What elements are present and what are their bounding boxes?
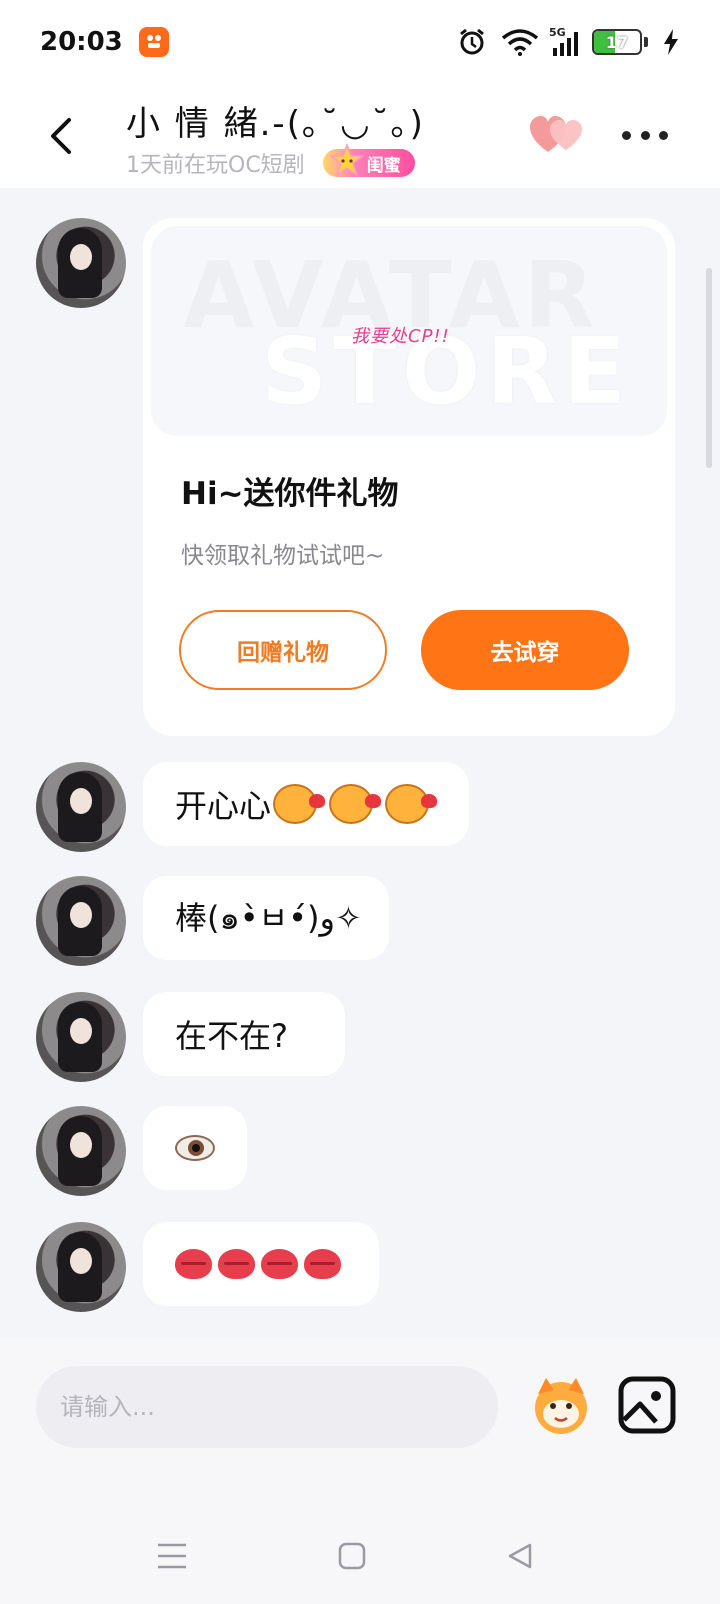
input-bar bbox=[0, 1338, 720, 1498]
back-nav-icon bbox=[508, 1543, 532, 1569]
more-icon bbox=[622, 130, 631, 140]
wifi-icon bbox=[501, 29, 539, 56]
home-icon bbox=[338, 1542, 366, 1570]
more-button[interactable] bbox=[622, 120, 668, 150]
lips-icon bbox=[261, 1249, 298, 1279]
tiger-sticker-icon bbox=[329, 784, 382, 824]
sender-avatar[interactable] bbox=[36, 218, 126, 308]
title-block[interactable]: 小 情 緒.-(｡˘◡˘｡) 1天前在玩OC短剧 闺蜜 bbox=[126, 96, 425, 179]
hearts-icon[interactable] bbox=[528, 114, 586, 158]
message-bubble[interactable]: 在不在? bbox=[143, 992, 345, 1076]
signal-icon: 5G bbox=[549, 26, 578, 56]
gift-image[interactable]: AVATAR STORE 我要处CP!! bbox=[151, 226, 667, 436]
menu-icon bbox=[158, 1543, 186, 1569]
message-bubble[interactable] bbox=[143, 1222, 379, 1306]
app-notification-icon bbox=[138, 27, 169, 57]
lips-icon bbox=[175, 1249, 212, 1279]
message-bubble[interactable]: 棒(๑•̀ㅂ•́)و✧ bbox=[143, 876, 389, 960]
alarm-icon bbox=[460, 28, 484, 55]
home-button[interactable] bbox=[332, 1536, 372, 1576]
sticker-icon[interactable] bbox=[526, 1370, 596, 1440]
gift-card: AVATAR STORE 我要处CP!! Hi~送你件礼物 快领取礼物试试吧~ … bbox=[143, 218, 675, 736]
message-text: 在不在? bbox=[175, 1017, 288, 1055]
chat-area[interactable]: AVATAR STORE 我要处CP!! Hi~送你件礼物 快领取礼物试试吧~ … bbox=[0, 188, 720, 1368]
back-button[interactable] bbox=[40, 110, 80, 162]
sender-avatar[interactable] bbox=[36, 1106, 126, 1196]
battery-indicator: 17 bbox=[592, 29, 642, 55]
eye-emoji-icon bbox=[175, 1135, 215, 1161]
sender-avatar[interactable] bbox=[36, 992, 126, 1082]
message-text: 开心心 bbox=[175, 787, 272, 825]
star-icon bbox=[328, 143, 365, 177]
system-back-button[interactable] bbox=[500, 1536, 540, 1576]
contact-name: 小 情 緒.-(｡˘◡˘｡) bbox=[126, 104, 425, 144]
gift-description: 快领取礼物试试吧~ bbox=[181, 543, 385, 569]
sender-avatar[interactable] bbox=[36, 762, 126, 852]
status-time: 20:03 bbox=[40, 27, 123, 57]
message-bubble[interactable] bbox=[143, 1106, 247, 1190]
relation-badge: 闺蜜 bbox=[322, 143, 415, 177]
image-icon[interactable] bbox=[616, 1374, 678, 1436]
status-indicators: 5G 17 bbox=[457, 26, 680, 57]
lips-icon bbox=[304, 1249, 341, 1279]
tiger-sticker-icon bbox=[273, 784, 326, 824]
message-input[interactable] bbox=[36, 1366, 498, 1448]
gift-title: Hi~送你件礼物 bbox=[181, 476, 399, 512]
chat-header: 小 情 緒.-(｡˘◡˘｡) 1天前在玩OC短剧 闺蜜 bbox=[0, 84, 720, 188]
network-label: 5G bbox=[549, 26, 566, 39]
back-arrow-icon bbox=[51, 118, 71, 154]
tiger-sticker-icon bbox=[385, 784, 438, 824]
return-gift-button[interactable]: 回赠礼物 bbox=[179, 610, 387, 690]
message-bubble[interactable]: 开心心 bbox=[143, 762, 469, 846]
contact-status: 1天前在玩OC短剧 bbox=[126, 153, 305, 178]
battery-level: 17 bbox=[605, 32, 629, 52]
charging-icon bbox=[664, 29, 678, 55]
relation-label: 闺蜜 bbox=[366, 155, 401, 176]
recent-apps-button[interactable] bbox=[152, 1536, 192, 1576]
sender-avatar[interactable] bbox=[36, 876, 126, 966]
navigation-bar bbox=[0, 1498, 720, 1604]
lips-icon bbox=[218, 1249, 255, 1279]
gift-image-tagline: 我要处CP!! bbox=[351, 326, 450, 347]
sender-avatar[interactable] bbox=[36, 1222, 126, 1312]
scrollbar[interactable] bbox=[706, 268, 712, 468]
status-bar: 20:03 5G 17 bbox=[0, 0, 720, 84]
message-text: 棒(๑•̀ㅂ•́)و✧ bbox=[175, 898, 362, 937]
try-on-button[interactable]: 去试穿 bbox=[421, 610, 629, 690]
